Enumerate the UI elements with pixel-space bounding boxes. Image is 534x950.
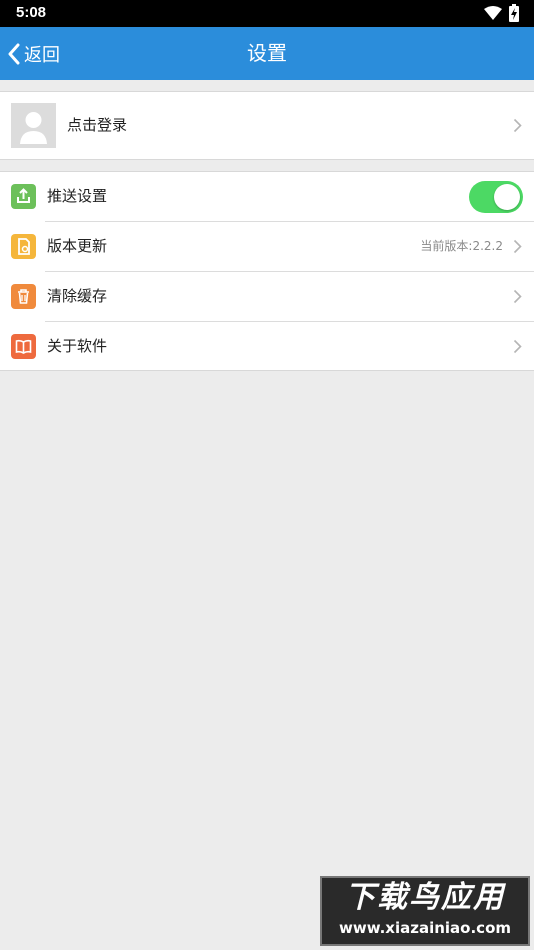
settings-item-label: 清除缓存 (47, 287, 108, 305)
chevron-right-icon (513, 239, 522, 254)
version-value: 当前版本:2.2.2 (420, 239, 503, 253)
trash-icon (11, 284, 36, 309)
chevron-right-icon (513, 289, 522, 304)
settings-item-push: 推送设置 (0, 172, 534, 221)
watermark: 下载鸟应用 www.xiazainiao.com (320, 876, 530, 946)
update-icon (11, 234, 36, 259)
app-bar: 返回 设置 (0, 27, 534, 80)
watermark-title: 下载鸟应用 (345, 880, 505, 915)
push-icon (11, 184, 36, 209)
battery-charging-icon (509, 4, 519, 22)
settings-list: 推送设置 版本更新 当前版本:2.2.2 清除缓存 关于软件 (0, 171, 534, 371)
settings-item-clear-cache[interactable]: 清除缓存 (0, 272, 534, 321)
settings-item-update[interactable]: 版本更新 当前版本:2.2.2 (0, 222, 534, 271)
default-avatar-icon (11, 103, 56, 148)
settings-item-label: 推送设置 (47, 187, 108, 205)
status-time: 5:08 (16, 4, 47, 21)
push-toggle[interactable] (469, 181, 523, 213)
chevron-left-icon (8, 43, 20, 64)
toggle-knob (494, 184, 520, 210)
chevron-right-icon (513, 118, 522, 133)
login-row[interactable]: 点击登录 (0, 91, 534, 160)
login-label: 点击登录 (67, 116, 128, 134)
settings-item-about[interactable]: 关于软件 (0, 322, 534, 371)
back-label: 返回 (24, 44, 60, 66)
status-bar: 5:08 (0, 0, 534, 27)
watermark-url: www.xiazainiao.com (338, 919, 512, 937)
page-title: 设置 (247, 41, 287, 65)
settings-item-label: 关于软件 (47, 337, 108, 355)
book-icon (11, 334, 36, 359)
chevron-right-icon (513, 339, 522, 354)
back-button[interactable]: 返回 (6, 27, 60, 80)
wifi-icon (484, 6, 502, 20)
settings-item-label: 版本更新 (47, 237, 108, 255)
